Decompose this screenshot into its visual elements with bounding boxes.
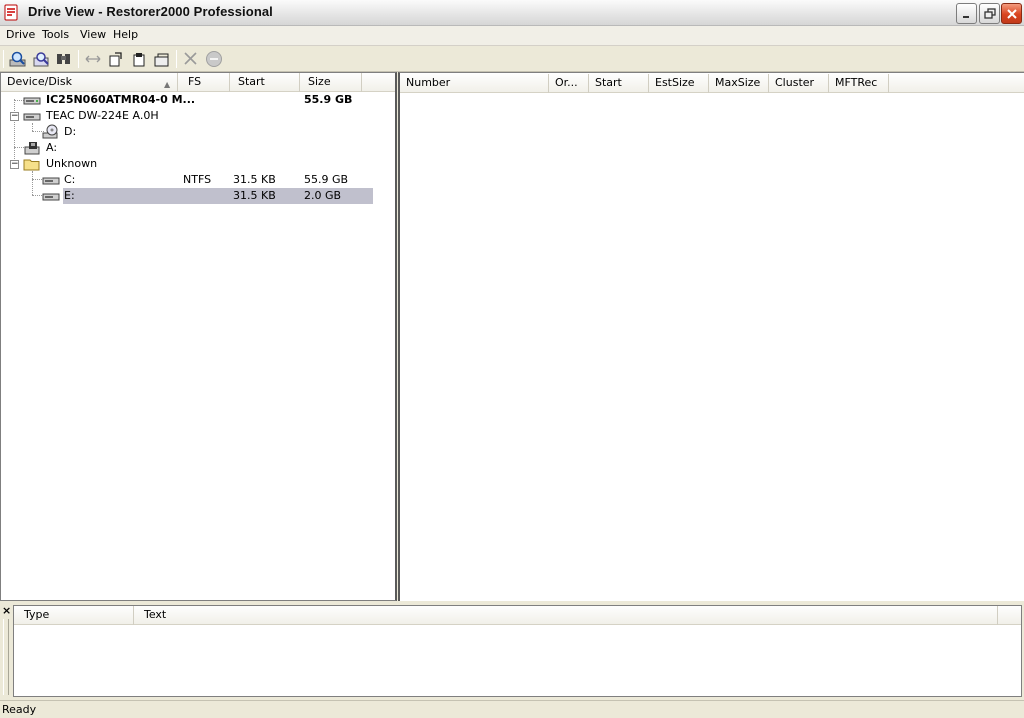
export-button[interactable] <box>152 50 172 68</box>
tree-row-unknown[interactable]: − Unknown <box>1 156 397 172</box>
log-list[interactable]: Type Text <box>13 605 1022 697</box>
cancel-icon <box>184 52 197 65</box>
collapse-icon[interactable]: − <box>10 112 19 121</box>
toolbar-separator <box>3 50 4 68</box>
open-file-icon <box>109 52 122 67</box>
toolbar-separator <box>176 50 177 68</box>
open-file-button[interactable] <box>106 50 126 68</box>
collapse-icon[interactable]: − <box>10 160 19 169</box>
sort-ascending-icon: ▲ <box>164 80 171 89</box>
cancel-button[interactable] <box>181 50 201 68</box>
tree-row-drive-a[interactable]: A: <box>1 140 397 156</box>
stop-button[interactable] <box>204 50 224 68</box>
status-text: Ready <box>2 703 37 716</box>
minimize-icon <box>963 16 969 18</box>
scan-drive-button[interactable] <box>8 50 28 68</box>
stop-icon <box>206 51 222 67</box>
folder-icon <box>23 159 40 171</box>
toolbar <box>0 46 1024 72</box>
log-close-button[interactable]: × <box>2 604 11 617</box>
tree-row-drive-d[interactable]: D: <box>1 124 397 140</box>
device-tree-pane[interactable]: Device/Disk ▲ FS Start Size IC25N060ATMR… <box>0 72 397 601</box>
restore-icon <box>984 8 996 19</box>
column-or[interactable]: Or... <box>549 74 589 93</box>
column-cluster[interactable]: Cluster <box>769 74 829 93</box>
close-button[interactable] <box>1001 3 1022 24</box>
app-icon[interactable] <box>3 4 19 21</box>
connect-button[interactable] <box>83 50 103 68</box>
window-title: Drive View - Restorer2000 Professional <box>28 4 273 19</box>
column-number[interactable]: Number <box>400 74 549 93</box>
tree-row-cd-drive[interactable]: − TEAC DW-224E A.0H <box>1 108 397 124</box>
restore-button[interactable] <box>979 3 1000 24</box>
save-file-icon <box>133 53 145 67</box>
hard-disk-icon <box>23 97 41 105</box>
column-fs[interactable]: FS <box>182 73 230 92</box>
menu-bar: Drive Tools View Help <box>0 26 1024 46</box>
file-list-pane[interactable]: Number Or... Start EstSize MaxSize Clust… <box>398 72 1024 601</box>
partition-icon <box>42 177 60 185</box>
find-icon <box>57 54 70 64</box>
scan-image-button[interactable] <box>31 50 51 68</box>
save-file-button[interactable] <box>129 50 149 68</box>
log-panel-grip[interactable] <box>3 619 9 695</box>
close-icon <box>1007 9 1017 19</box>
device-tree-header: Device/Disk ▲ FS Start Size <box>1 73 395 92</box>
status-bar: Ready <box>0 700 1024 718</box>
scan-image-icon <box>33 52 49 67</box>
find-button[interactable] <box>54 50 74 68</box>
connect-icon <box>85 55 101 63</box>
partition-icon <box>42 193 60 201</box>
log-header: Type Text <box>14 606 1021 625</box>
tree-row-drive-e[interactable]: E: 31.5 KB 2.0 GB <box>1 188 397 204</box>
cd-rom-icon <box>42 124 58 139</box>
export-icon <box>154 53 169 67</box>
drive-icon <box>23 113 41 121</box>
menu-view[interactable]: View <box>79 28 107 41</box>
menu-tools[interactable]: Tools <box>41 28 70 41</box>
title-bar: Drive View - Restorer2000 Professional <box>0 0 1024 26</box>
column-maxsize[interactable]: MaxSize <box>709 74 769 93</box>
menu-drive[interactable]: Drive <box>5 28 36 41</box>
column-size[interactable]: Size <box>302 73 362 92</box>
floppy-drive-icon <box>24 142 40 155</box>
toolbar-separator <box>78 50 79 68</box>
tree-row-hard-disk[interactable]: IC25N060ATMR04-0 M... 55.9 GB <box>1 92 397 108</box>
tree-row-drive-c[interactable]: C: NTFS 31.5 KB 55.9 GB <box>1 172 397 188</box>
minimize-button[interactable] <box>956 3 977 24</box>
menu-help[interactable]: Help <box>112 28 139 41</box>
column-type[interactable]: Type <box>14 606 134 625</box>
column-start[interactable]: Start <box>589 74 649 93</box>
column-mftrec[interactable]: MFTRec <box>829 74 889 93</box>
column-device-disk[interactable]: Device/Disk ▲ <box>1 73 178 92</box>
column-start[interactable]: Start <box>232 73 300 92</box>
column-estsize[interactable]: EstSize <box>649 74 709 93</box>
log-panel: × Type Text <box>0 601 1024 699</box>
file-list-header: Number Or... Start EstSize MaxSize Clust… <box>400 74 1024 93</box>
scan-drive-icon <box>9 51 26 67</box>
column-text[interactable]: Text <box>134 606 998 625</box>
